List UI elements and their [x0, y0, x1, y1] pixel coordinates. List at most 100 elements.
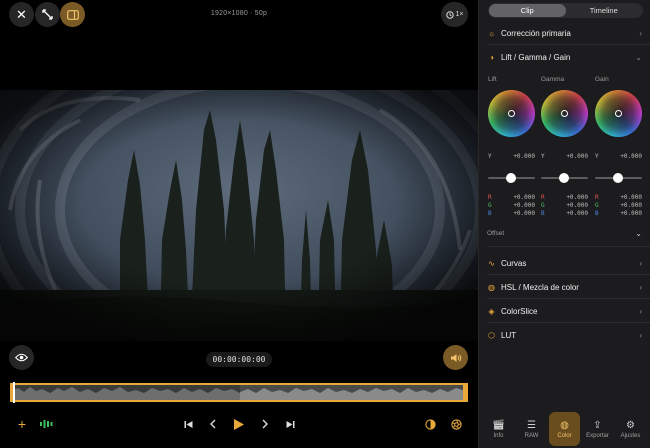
- divider: [487, 298, 650, 299]
- chevron-down-icon: ⌄: [635, 228, 642, 238]
- expand-button[interactable]: [35, 2, 60, 27]
- playback-speed-button[interactable]: 1×: [441, 2, 468, 27]
- skip-to-end-button[interactable]: [282, 416, 298, 432]
- gain-color-wheel[interactable]: [595, 90, 642, 137]
- plus-icon: +: [17, 416, 27, 432]
- contrast-icon: [424, 418, 436, 430]
- play-icon: [234, 418, 244, 430]
- color-panel: Clip Timeline ☼ Corrección primaria › ◑ …: [478, 0, 650, 448]
- tab-export[interactable]: ⇪ Exportar: [582, 412, 613, 446]
- divider: [487, 246, 650, 247]
- offset-label: Offset: [487, 229, 505, 237]
- section-label: ColorSlice: [501, 306, 538, 316]
- tab-info[interactable]: 🎬︎ Info: [483, 412, 514, 446]
- chevron-right-icon: ›: [639, 306, 642, 316]
- tab-label: Exportar: [586, 432, 609, 439]
- lift-wheel-group: Lift Y +0.000 R +0.000 G +0.000 B +0.000: [488, 76, 540, 217]
- speaker-icon: [450, 353, 461, 362]
- clip-thumbnail-strip[interactable]: [10, 383, 468, 402]
- wheel-title: Gamma: [541, 76, 565, 83]
- clapperboard-icon: 🎬︎: [492, 419, 505, 431]
- tab-color[interactable]: ◍ Color: [549, 412, 580, 446]
- section-lut[interactable]: ⬡ LUT ›: [479, 326, 650, 344]
- share-icon: ⇪: [593, 419, 602, 431]
- lift-color-wheel[interactable]: [488, 90, 535, 137]
- skip-to-start-button[interactable]: [180, 416, 196, 432]
- tab-label: Color: [557, 432, 572, 439]
- slider-thumb[interactable]: [613, 173, 623, 183]
- next-frame-icon: [262, 419, 268, 429]
- effects-button[interactable]: [448, 416, 464, 432]
- gamma-luma-slider[interactable]: [541, 173, 588, 183]
- section-lift-gamma-gain[interactable]: ◑ Lift / Gamma / Gain ⌄: [479, 48, 650, 66]
- previous-frame-button[interactable]: [205, 416, 221, 432]
- section-label: Corrección primaria: [501, 28, 571, 38]
- timecode-display: 00:00:00:00: [206, 352, 272, 367]
- wheel-puck[interactable]: [508, 110, 515, 117]
- gain-luma-slider[interactable]: [595, 173, 642, 183]
- resolution-label: 1920×1080 · 50p: [210, 10, 268, 17]
- segment-timeline[interactable]: Timeline: [566, 4, 643, 17]
- gear-icon: ⚙: [626, 419, 635, 431]
- gamma-wheel-group: Gamma Y +0.000 R +0.000 G +0.000 B +0.000: [541, 76, 593, 217]
- raw-icon: ☰: [527, 419, 536, 431]
- audio-meter-icon: [40, 420, 53, 428]
- gamma-color-wheel[interactable]: [541, 90, 588, 137]
- section-label: Lift / Gamma / Gain: [501, 52, 571, 62]
- chevron-right-icon: ›: [639, 330, 642, 340]
- divider: [487, 44, 650, 45]
- close-button[interactable]: ✕: [9, 2, 34, 27]
- wheel-title: Lift: [488, 76, 497, 83]
- rgb-values: R +0.000 G +0.000 B +0.000: [541, 194, 588, 217]
- skip-to-end-icon: [286, 420, 294, 428]
- section-primary-correction[interactable]: ☼ Corrección primaria ›: [479, 24, 650, 42]
- section-curves[interactable]: ∿ Curvas ›: [479, 254, 650, 272]
- speed-label: 1×: [455, 11, 464, 18]
- playhead[interactable]: [13, 382, 15, 403]
- section-label: Curvas: [501, 258, 527, 268]
- tab-settings[interactable]: ⚙ Ajustes: [615, 412, 646, 446]
- previous-frame-icon: [210, 419, 216, 429]
- slider-thumb[interactable]: [506, 173, 516, 183]
- palette-icon: ◍: [560, 419, 569, 431]
- cube-icon: ⬡: [488, 330, 495, 340]
- timer-icon: [445, 10, 454, 19]
- offset-row[interactable]: Offset ⌄: [479, 224, 650, 242]
- video-frame-image: [0, 90, 478, 341]
- color-mode-button[interactable]: [422, 416, 438, 432]
- audio-button[interactable]: [443, 345, 468, 370]
- sun-icon: ☼: [487, 28, 496, 38]
- eye-icon: [15, 353, 28, 362]
- audio-meter-button[interactable]: [38, 416, 56, 432]
- tab-label: RAW: [524, 432, 539, 439]
- wheel-title: Gain: [595, 76, 609, 83]
- next-frame-button[interactable]: [257, 416, 273, 432]
- panel-toggle-button[interactable]: [60, 2, 85, 27]
- segment-clip[interactable]: Clip: [489, 4, 566, 17]
- clip-timeline-segmented-control[interactable]: Clip Timeline: [488, 3, 643, 18]
- visibility-toggle-button[interactable]: [9, 345, 34, 370]
- video-preview[interactable]: [0, 90, 478, 341]
- tab-raw[interactable]: ☰ RAW: [516, 412, 547, 446]
- wheel-puck[interactable]: [561, 110, 568, 117]
- clip-timeline[interactable]: [10, 382, 468, 403]
- colorslice-icon: ◈: [488, 306, 495, 316]
- rgb-values: R +0.000 G +0.000 B +0.000: [595, 194, 642, 217]
- section-hsl[interactable]: ◍ HSL / Mezcla de color ›: [479, 278, 650, 296]
- trim-handle-end[interactable]: [463, 383, 468, 402]
- play-button[interactable]: [230, 416, 248, 432]
- section-colorslice[interactable]: ◈ ColorSlice ›: [479, 302, 650, 320]
- chevron-right-icon: ›: [639, 258, 642, 268]
- divider: [487, 274, 650, 275]
- aperture-icon: [450, 418, 462, 430]
- skip-to-start-icon: [184, 420, 192, 428]
- lift-luma-slider[interactable]: [488, 173, 535, 183]
- curves-icon: ∿: [488, 258, 495, 268]
- contrast-icon: ◑: [489, 52, 494, 62]
- wheel-puck[interactable]: [615, 110, 622, 117]
- slider-thumb[interactable]: [559, 173, 569, 183]
- tab-label: Ajustes: [620, 432, 641, 439]
- add-button[interactable]: +: [14, 416, 30, 432]
- tab-label: Info: [493, 432, 504, 439]
- section-label: HSL / Mezcla de color: [501, 282, 579, 292]
